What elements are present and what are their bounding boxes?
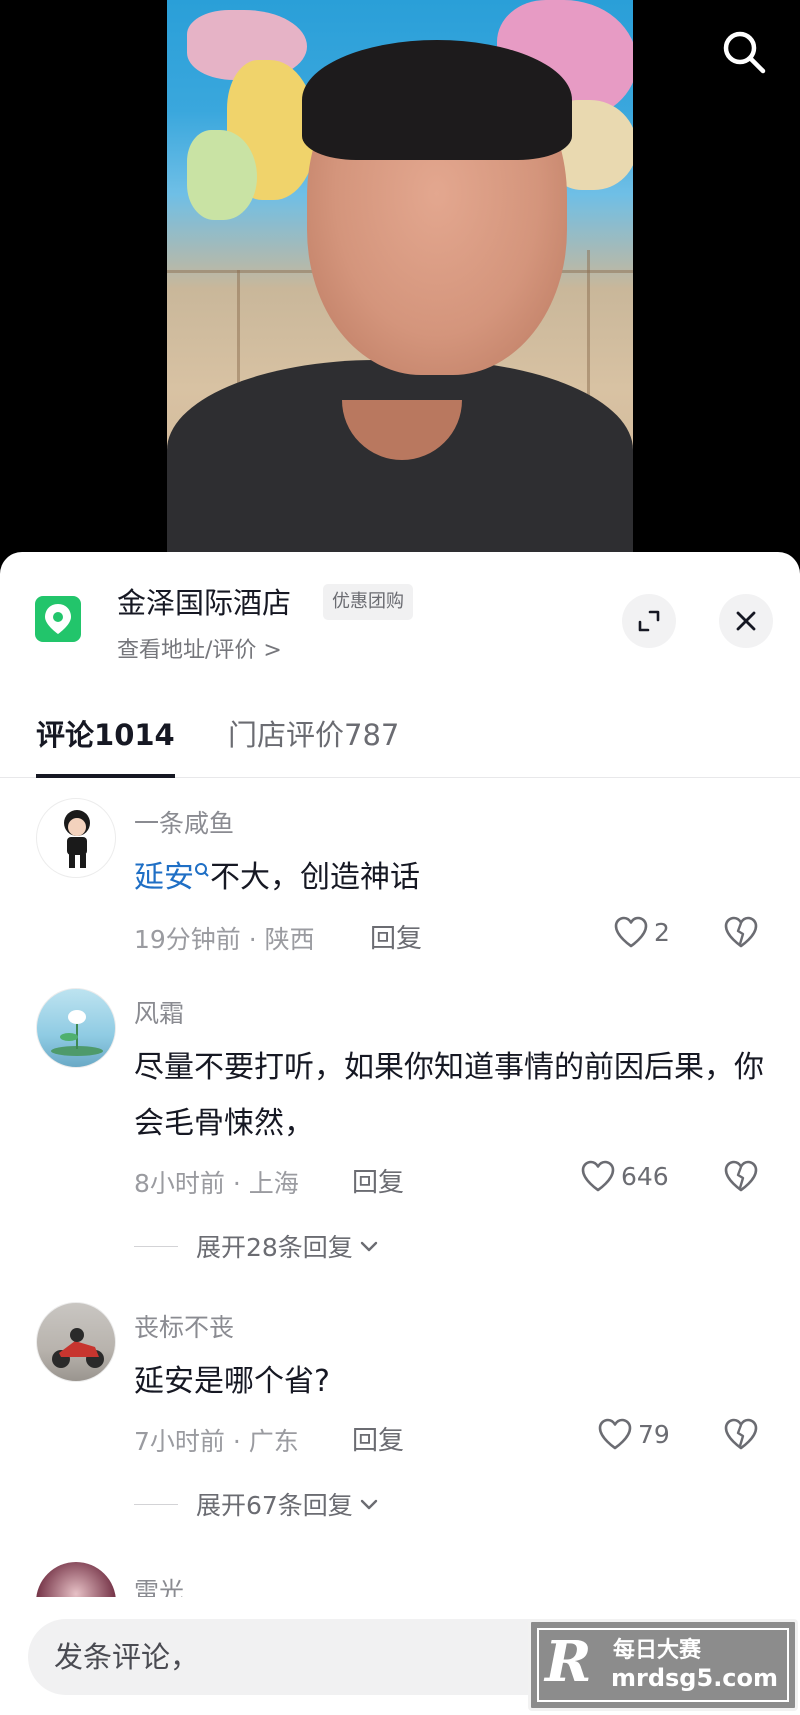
tab-reviews-label: 门店评价	[228, 718, 345, 752]
like-count: 2	[654, 917, 670, 947]
tab-store-reviews[interactable]: 门店评价787	[228, 712, 399, 778]
tab-comments-count: 1014	[94, 718, 175, 752]
search-topic-icon	[195, 863, 209, 877]
comment-item: 丧标不丧 延安是哪个省? 7小时前 · 广东 回复 79 展开67条回复	[0, 1302, 800, 1532]
like-button[interactable]: 79	[596, 1416, 670, 1452]
chevron-down-icon	[360, 1241, 378, 1252]
avatar[interactable]	[36, 798, 116, 878]
expand-button[interactable]	[622, 594, 676, 648]
poi-header[interactable]: 金泽国际酒店 优惠团购 查看地址/评价 >	[0, 552, 800, 672]
divider	[134, 1503, 178, 1505]
watermark-url: mrdsg5.com	[611, 1664, 779, 1692]
broken-heart-icon	[724, 1418, 758, 1450]
comment-time-location: 19分钟前 · 陕西	[134, 925, 315, 954]
heart-icon	[614, 916, 648, 948]
topic-link[interactable]: 延安	[134, 860, 194, 895]
comment-time-location: 7小时前 · 广东	[134, 1427, 299, 1456]
expand-replies-button[interactable]: 展开28条回复	[134, 1228, 381, 1264]
close-icon	[736, 611, 756, 631]
tab-reviews-count: 787	[344, 718, 400, 752]
comment-body: 延安是哪个省?	[134, 1364, 330, 1399]
broken-heart-icon	[724, 916, 758, 948]
comment-text: 延安 不大，创造神话	[134, 850, 764, 906]
comment-username[interactable]: 丧标不丧	[134, 1308, 234, 1344]
dislike-button[interactable]	[722, 914, 760, 954]
location-pin-icon	[35, 596, 81, 642]
map-region	[187, 130, 257, 220]
avatar[interactable]	[36, 1302, 116, 1382]
expand-icon	[638, 610, 660, 632]
comment-time-location: 8小时前 · 上海	[134, 1169, 299, 1198]
chevron-down-icon	[360, 1499, 378, 1510]
expand-replies-button[interactable]: 展开67条回复	[134, 1486, 381, 1522]
tab-comments-label: 评论	[36, 718, 95, 752]
video-frame	[167, 0, 633, 555]
comment-item: 一条咸鱼 延安 不大，创造神话 19分钟前 · 陕西 回复 2	[0, 798, 800, 954]
dislike-button[interactable]	[722, 1158, 760, 1198]
poi-badge: 优惠团购	[323, 584, 413, 620]
search-button[interactable]	[718, 26, 770, 78]
comment-tabs: 评论1014 门店评价787	[0, 712, 800, 778]
like-button[interactable]: 646	[579, 1158, 669, 1194]
wall-tile-line	[237, 270, 240, 390]
divider	[134, 1245, 178, 1247]
wall-tile-line	[587, 250, 590, 400]
watermark-logo: R 每日大赛 mrdsg5.com	[528, 1619, 798, 1711]
dislike-button[interactable]	[722, 1416, 760, 1456]
reply-button[interactable]: 回复	[352, 1420, 404, 1457]
like-count: 646	[621, 1161, 669, 1191]
comment-body: 不大，创造神话	[210, 860, 420, 895]
heart-icon	[598, 1418, 632, 1450]
poi-address-link[interactable]: 查看地址/评价 >	[117, 632, 282, 664]
video-player[interactable]	[0, 0, 800, 560]
like-button[interactable]: 2	[612, 914, 670, 950]
reply-button[interactable]: 回复	[370, 918, 422, 955]
expand-replies-label: 展开28条回复	[196, 1233, 353, 1262]
search-icon	[723, 31, 766, 74]
close-button[interactable]	[719, 594, 773, 648]
like-count: 79	[638, 1419, 670, 1449]
watermark-name: 每日大赛	[613, 1638, 702, 1663]
poi-name[interactable]: 金泽国际酒店	[117, 580, 291, 622]
heart-icon	[581, 1160, 615, 1192]
expand-replies-label: 展开67条回复	[196, 1491, 353, 1520]
comments-sheet: 金泽国际酒店 优惠团购 查看地址/评价 > 评论1014 门店评价787 一条咸…	[0, 552, 800, 1715]
avatar[interactable]	[36, 988, 116, 1068]
comment-username[interactable]: 风霜	[134, 994, 184, 1030]
comment-body: 尽量不要打听，如果你知道事情的前因后果，你会毛骨悚然，	[134, 1050, 764, 1141]
comment-username[interactable]: 一条咸鱼	[134, 804, 234, 840]
broken-heart-icon	[724, 1160, 758, 1192]
person-hair	[302, 40, 572, 160]
reply-button[interactable]: 回复	[352, 1162, 404, 1199]
tab-comments[interactable]: 评论1014	[36, 712, 175, 778]
comment-item: 风霜 尽量不要打听，如果你知道事情的前因后果，你会毛骨悚然， 8小时前 · 上海…	[0, 988, 800, 1278]
watermark-letter: R	[545, 1629, 592, 1695]
